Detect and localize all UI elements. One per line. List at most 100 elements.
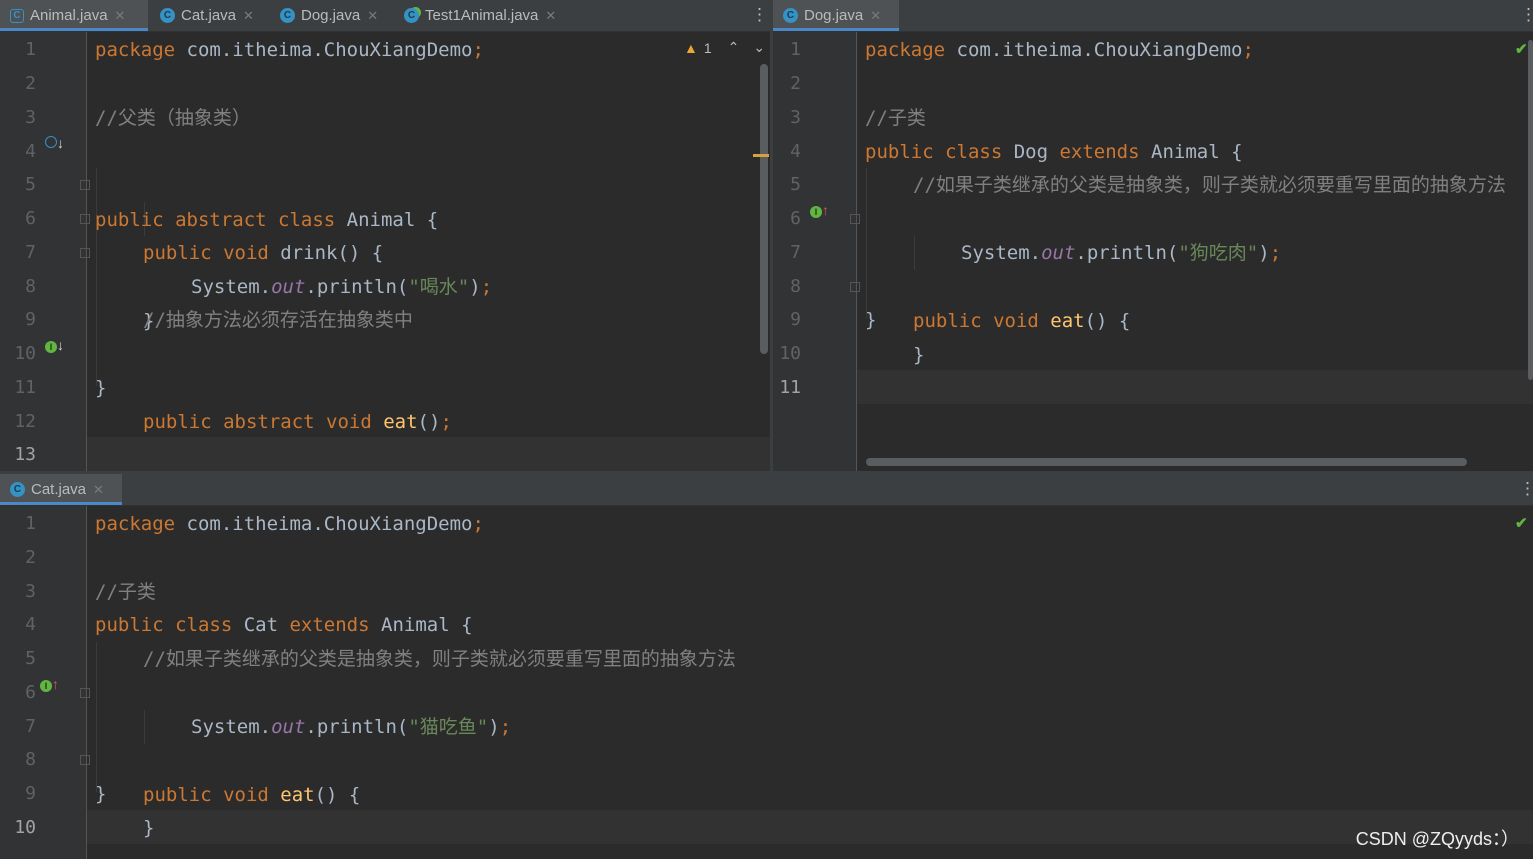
code-line: 9 //抽象方法必须存活在抽象类中 [0,303,770,337]
comment[interactable]: //子类 [95,575,156,609]
code-text[interactable]: package com.itheima.ChouXiangDemo; [95,33,484,67]
vertical-scrollbar[interactable] [760,64,768,354]
code-line: 11} [0,371,770,405]
fold-icon[interactable] [80,688,90,698]
comment[interactable]: //子类 [865,101,926,135]
superclass-name: Animal { [1139,141,1243,163]
implemented-method-icon[interactable]: I ↓ [45,337,64,353]
abstract-class-icon: C [10,8,24,23]
fold-icon[interactable] [80,214,90,224]
line-number: 5 [25,648,36,669]
line-number: 11 [779,377,801,398]
line-number: 1 [790,39,801,60]
line-number: 2 [25,547,36,568]
fold-end-icon[interactable] [80,248,90,258]
closing-brace[interactable]: } [95,777,106,811]
line-number: 4 [790,141,801,162]
keyword: package [95,513,176,535]
vertical-scrollbar[interactable] [1528,40,1533,380]
closing-brace[interactable]: } [95,371,106,405]
line-number: 7 [790,242,801,263]
tab-label: Animal.java [30,7,108,24]
comment[interactable]: //如果子类继承的父类是抽象类，则子类就必须要重写里面的抽象方法 [913,168,1506,202]
line-number: 8 [25,276,36,297]
comment[interactable]: //如果子类继承的父类是抽象类，则子类就必须要重写里面的抽象方法 [143,642,736,676]
close-icon[interactable]: ✕ [870,8,881,24]
line-number: 2 [25,73,36,94]
warning-marker[interactable] [753,154,769,157]
semicolon: ; [472,39,484,61]
line-number: 13 [14,444,36,465]
more-options-icon[interactable]: ⋮ [751,4,768,26]
code-line: 5 //如果子类继承的父类是抽象类，则子类就必须要重写里面的抽象方法 [773,168,1533,202]
code-line: 3 //子类 [0,575,1533,609]
runnable-class-icon: C [404,8,419,23]
close-icon[interactable]: ✕ [367,8,378,24]
line-number: 9 [790,309,801,330]
semicolon: ; [1242,39,1254,61]
fold-icon[interactable] [80,180,90,190]
implements-method-icon[interactable]: I ↑ [40,676,59,692]
tab-label: Test1Animal.java [425,7,539,24]
tab-cat-java[interactable]: C Cat.java ✕ [150,0,270,31]
line-number: 3 [790,107,801,128]
tab-label: Cat.java [31,481,87,498]
line-number: 11 [14,377,36,398]
code-text[interactable]: public class Cat extends Animal { [95,608,473,642]
tab-test1animal-java[interactable]: C Test1Animal.java ✕ [394,0,574,31]
code-line: 8 } [773,270,1533,366]
comment[interactable]: //父类（抽象类） [95,101,251,135]
horizontal-scrollbar[interactable] [866,458,1467,466]
package-name: com.itheima.ChouXiangDemo [945,39,1243,61]
line-number: 10 [14,343,36,364]
class-icon: C [160,8,175,23]
code-text[interactable]: package com.itheima.ChouXiangDemo; [95,507,484,541]
code-line: 8 [0,270,770,304]
fold-icon[interactable] [850,214,860,224]
fold-end-icon[interactable] [850,282,860,292]
implemented-icon[interactable]: ↓ [45,135,64,151]
class-icon: C [783,8,798,23]
class-name: Cat [232,614,290,636]
method-call: .println( [1075,242,1179,264]
line-number: 7 [25,716,36,737]
implements-method-icon[interactable]: I ↑ [810,202,829,218]
line-number: 8 [790,276,801,297]
semicolon: ; [472,513,484,535]
close-icon[interactable]: ✕ [545,8,556,24]
comment[interactable]: //抽象方法必须存活在抽象类中 [143,303,413,337]
close-icon[interactable]: ✕ [115,8,126,24]
line-number: 4 [25,141,36,162]
line-number: 1 [25,513,36,534]
code-text[interactable]: System.out.println("狗吃肉"); [961,236,1281,270]
code-text[interactable]: System.out.println("猫吃鱼"); [191,710,511,744]
code-line: 10 I ↓ public abstract void eat(); [0,337,770,433]
superclass-name: Animal { [369,614,473,636]
more-options-icon[interactable]: ⋮ [1519,478,1533,500]
close-icon[interactable]: ✕ [93,482,104,498]
line-number: 9 [25,783,36,804]
code-text[interactable]: public class Dog extends Animal { [865,135,1243,169]
line-number: 6 [25,208,36,229]
code-line: 9} [773,303,1533,337]
more-options-icon[interactable]: ⋮ [1520,4,1533,26]
semicolon: ; [1269,242,1282,264]
close-icon[interactable]: ✕ [243,8,254,24]
code-line: 4 ↓ public abstract class Animal { [0,135,770,231]
code-line: 1 package com.itheima.ChouXiangDemo; [0,33,770,67]
code-line: 9} [0,777,1533,811]
tab-cat-java[interactable]: C Cat.java ✕ [0,474,122,505]
line-number: 12 [14,411,36,432]
tab-dog-java[interactable]: C Dog.java ✕ [773,0,899,31]
line-number: 7 [25,242,36,263]
tab-dog-java[interactable]: C Dog.java ✕ [270,0,394,31]
line-number: 8 [25,749,36,770]
tab-animal-java[interactable]: C Animal.java ✕ [0,0,148,31]
code-text[interactable]: package com.itheima.ChouXiangDemo; [865,33,1254,67]
class-icon: C [280,8,295,23]
fold-end-icon[interactable] [80,755,90,765]
code-line: 7 } [0,236,770,332]
string-literal: "猫吃鱼" [408,716,489,738]
closing-brace[interactable]: } [865,303,876,337]
keyword: package [95,39,176,61]
